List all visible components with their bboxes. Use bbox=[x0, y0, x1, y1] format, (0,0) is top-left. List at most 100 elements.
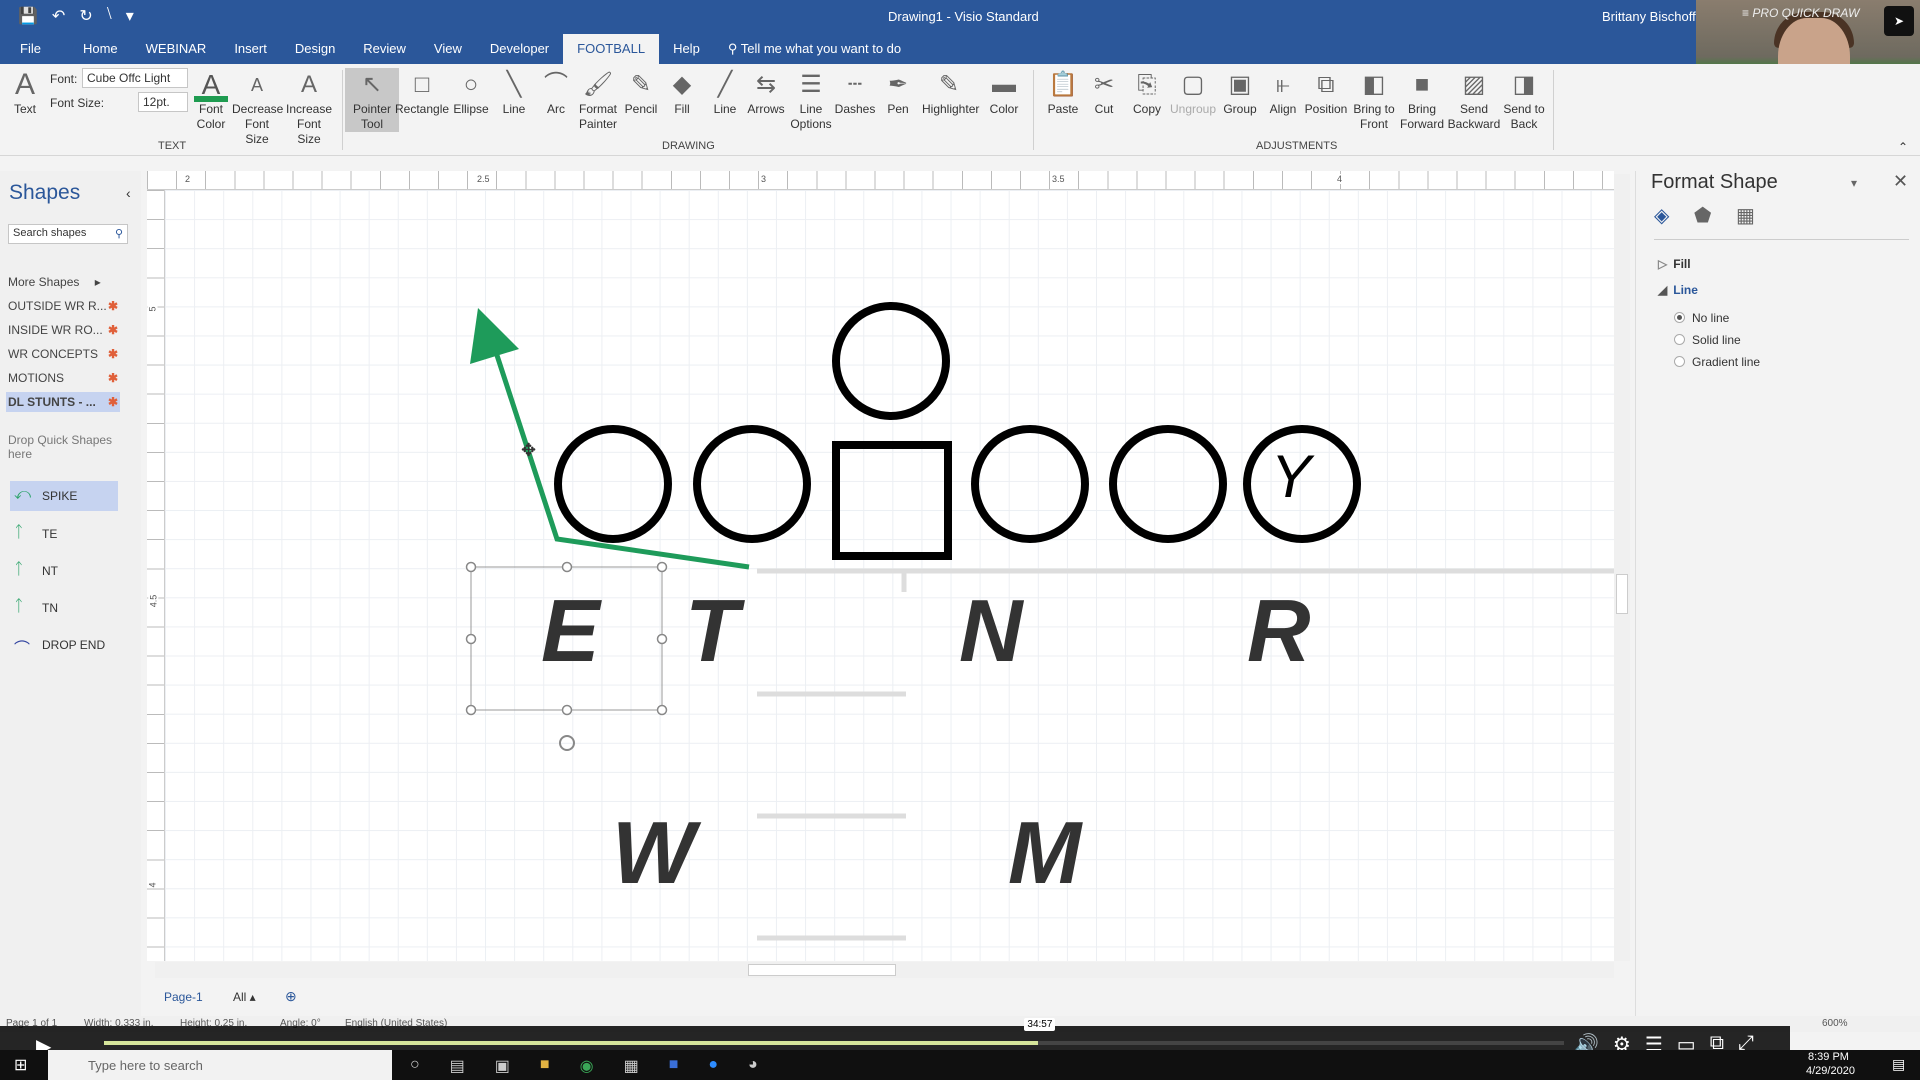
tell-me-box[interactable]: ⚲ Tell me what you want to do bbox=[714, 34, 915, 64]
draw-color-button[interactable]: ▬ Color bbox=[977, 68, 1031, 117]
horizontal-scroll-thumb[interactable] bbox=[748, 964, 896, 976]
stencil-dl-stunts[interactable]: DL STUNTS - ... ✱ bbox=[6, 392, 120, 412]
adj-send-backward-button[interactable]: ▨ Send Backward bbox=[1447, 68, 1501, 132]
draw-rectangle-button[interactable]: □ Rectangle bbox=[395, 68, 449, 117]
calculator-icon[interactable]: ▦ bbox=[624, 1056, 639, 1076]
group-label-drawing: DRAWING bbox=[662, 140, 715, 152]
tab-file[interactable]: File bbox=[0, 34, 55, 64]
quick-shape-spike[interactable]: ⤺ SPIKE bbox=[10, 481, 118, 511]
collapse-icon[interactable]: ‹ bbox=[126, 185, 131, 201]
quick-shape-nt[interactable]: ᛏ NT bbox=[10, 556, 118, 586]
decrease-font-button[interactable]: A Decrease Font Size bbox=[232, 68, 283, 147]
quarterback-circle[interactable] bbox=[832, 302, 950, 420]
adj-bring-to-front-button[interactable]: ◧ Bring to Front bbox=[1347, 68, 1401, 132]
quick-shape-drop-end[interactable]: ⌒ DROP END bbox=[10, 630, 118, 660]
defender-e[interactable]: E bbox=[541, 580, 600, 682]
stencil-motions[interactable]: MOTIONS ✱ bbox=[8, 371, 120, 385]
add-page-icon[interactable]: ⊕ bbox=[285, 988, 297, 1005]
share-icon[interactable]: ➤ bbox=[1884, 6, 1914, 36]
drawing-canvas[interactable]: Y E T N R W M ✥ bbox=[165, 190, 1614, 961]
close-icon[interactable]: ✕ bbox=[1893, 171, 1908, 192]
tab-insert[interactable]: Insert bbox=[220, 34, 281, 64]
offensive-tackle[interactable] bbox=[1109, 425, 1227, 543]
offensive-guard[interactable] bbox=[971, 425, 1089, 543]
app-icon[interactable]: ▣ bbox=[495, 1056, 510, 1076]
vertical-scrollbar[interactable] bbox=[1614, 174, 1630, 961]
font-select[interactable]: Cube Offc Light bbox=[82, 68, 188, 88]
save-icon[interactable]: 💾 bbox=[18, 6, 38, 26]
taskbar-search[interactable]: Type here to search bbox=[48, 1050, 392, 1080]
tab-webinar[interactable]: WEBINAR bbox=[132, 34, 221, 64]
stencil-outside-wr[interactable]: OUTSIDE WR R... ✱ bbox=[8, 299, 120, 313]
horizontal-scrollbar[interactable] bbox=[155, 962, 1614, 978]
linebacker-m[interactable]: M bbox=[1008, 802, 1081, 904]
all-pages-button[interactable]: All ▴ bbox=[233, 990, 256, 1004]
tab-help[interactable]: Help bbox=[659, 34, 714, 64]
font-color-button[interactable]: A Font Color bbox=[194, 68, 228, 132]
increase-font-button[interactable]: A Increase Font Size bbox=[284, 68, 334, 147]
customize-icon[interactable]: ▾ bbox=[126, 6, 134, 26]
search-shapes-input[interactable]: Search shapes ⚲ bbox=[8, 224, 128, 244]
ribbon-tabs: File Home WEBINAR Insert Design Review V… bbox=[0, 34, 915, 64]
tab-view[interactable]: View bbox=[420, 34, 476, 64]
quick-shape-tn[interactable]: ᛏ TN bbox=[10, 593, 118, 623]
line-tool-icon[interactable]: ⧵ bbox=[107, 6, 112, 26]
collapse-ribbon-icon[interactable]: ⌃ bbox=[1898, 140, 1908, 154]
no-line-radio[interactable]: No line bbox=[1674, 311, 1729, 325]
rotate-handle[interactable] bbox=[559, 735, 575, 751]
undo-icon[interactable]: ↶ bbox=[52, 6, 65, 26]
page-tab[interactable]: Page-1 bbox=[164, 990, 203, 1004]
linebacker-w[interactable]: W bbox=[612, 802, 695, 904]
tab-football[interactable]: FOOTBALL bbox=[563, 34, 660, 64]
center-square[interactable] bbox=[832, 441, 952, 560]
file-explorer-icon[interactable]: ■ bbox=[540, 1056, 550, 1076]
size-properties-icon[interactable]: ▦ bbox=[1736, 203, 1755, 228]
tab-home[interactable]: Home bbox=[55, 34, 132, 64]
clock-date[interactable]: 4/29/2020 bbox=[1806, 1065, 1855, 1077]
app-icon[interactable]: ◕ bbox=[748, 1056, 758, 1076]
draw-pointer-tool-button[interactable]: ↖ Pointer Tool bbox=[345, 68, 399, 132]
text-button[interactable]: A Text bbox=[14, 68, 36, 117]
chrome-icon[interactable]: ◉ bbox=[580, 1056, 594, 1076]
search-icon[interactable]: ⚲ bbox=[115, 227, 123, 240]
clock-time[interactable]: 8:39 PM bbox=[1808, 1051, 1849, 1063]
user-name[interactable]: Brittany Bischoff bbox=[1602, 9, 1696, 24]
defender-n[interactable]: N bbox=[959, 580, 1023, 682]
adj-position-button[interactable]: ⧉ Position bbox=[1299, 68, 1353, 117]
offensive-tackle[interactable] bbox=[554, 425, 672, 543]
stencil-wr-concepts[interactable]: WR CONCEPTS ✱ bbox=[8, 347, 120, 361]
draw-highlighter-button[interactable]: ✎ Highlighter bbox=[922, 68, 979, 117]
spike-icon: ⤺ bbox=[14, 486, 32, 503]
zoom-level[interactable]: 600% bbox=[1822, 1018, 1848, 1029]
draw-pen-button[interactable]: ✒ Pen bbox=[871, 68, 925, 117]
fill-line-icon[interactable]: ◈ bbox=[1654, 203, 1669, 228]
adj-send-to-back-button[interactable]: ◨ Send to Back bbox=[1497, 68, 1551, 132]
line-section[interactable]: ◢ Line bbox=[1658, 283, 1698, 297]
task-view-icon[interactable]: ▤ bbox=[450, 1056, 465, 1076]
video-progress[interactable] bbox=[104, 1041, 1564, 1045]
tab-design[interactable]: Design bbox=[281, 34, 349, 64]
effects-pentagon-icon[interactable]: ⬟ bbox=[1694, 203, 1711, 228]
visio-icon[interactable]: ■ bbox=[669, 1056, 679, 1076]
defender-t[interactable]: T bbox=[685, 580, 739, 682]
more-shapes[interactable]: More Shapes ▸ bbox=[8, 275, 120, 289]
adj-bring-forward-button[interactable]: ■ Bring Forward bbox=[1395, 68, 1449, 132]
defender-r[interactable]: R bbox=[1247, 580, 1311, 682]
redo-icon[interactable]: ↻ bbox=[79, 6, 92, 26]
font-size-select[interactable]: 12pt. bbox=[138, 92, 188, 112]
gradient-line-radio[interactable]: Gradient line bbox=[1674, 355, 1760, 369]
tab-review[interactable]: Review bbox=[349, 34, 420, 64]
fill-section[interactable]: ▷ Fill bbox=[1658, 257, 1691, 271]
quick-shape-te[interactable]: ᛏ TE bbox=[10, 519, 118, 549]
pane-options-icon[interactable]: ▾ bbox=[1851, 176, 1857, 190]
zoom-app-icon[interactable]: ● bbox=[708, 1056, 718, 1076]
offensive-guard[interactable] bbox=[693, 425, 811, 543]
solid-line-radio[interactable]: Solid line bbox=[1674, 333, 1741, 347]
windows-start-icon[interactable]: ⊞ bbox=[14, 1055, 27, 1075]
vertical-scroll-thumb[interactable] bbox=[1616, 574, 1628, 614]
notifications-icon[interactable]: ▤ bbox=[1892, 1056, 1905, 1073]
stencil-inside-wr[interactable]: INSIDE WR RO... ✱ bbox=[8, 323, 120, 337]
adj-ungroup-button[interactable]: ▢ Ungroup bbox=[1166, 68, 1220, 117]
tab-developer[interactable]: Developer bbox=[476, 34, 563, 64]
cortana-icon[interactable]: ○ bbox=[410, 1056, 420, 1076]
